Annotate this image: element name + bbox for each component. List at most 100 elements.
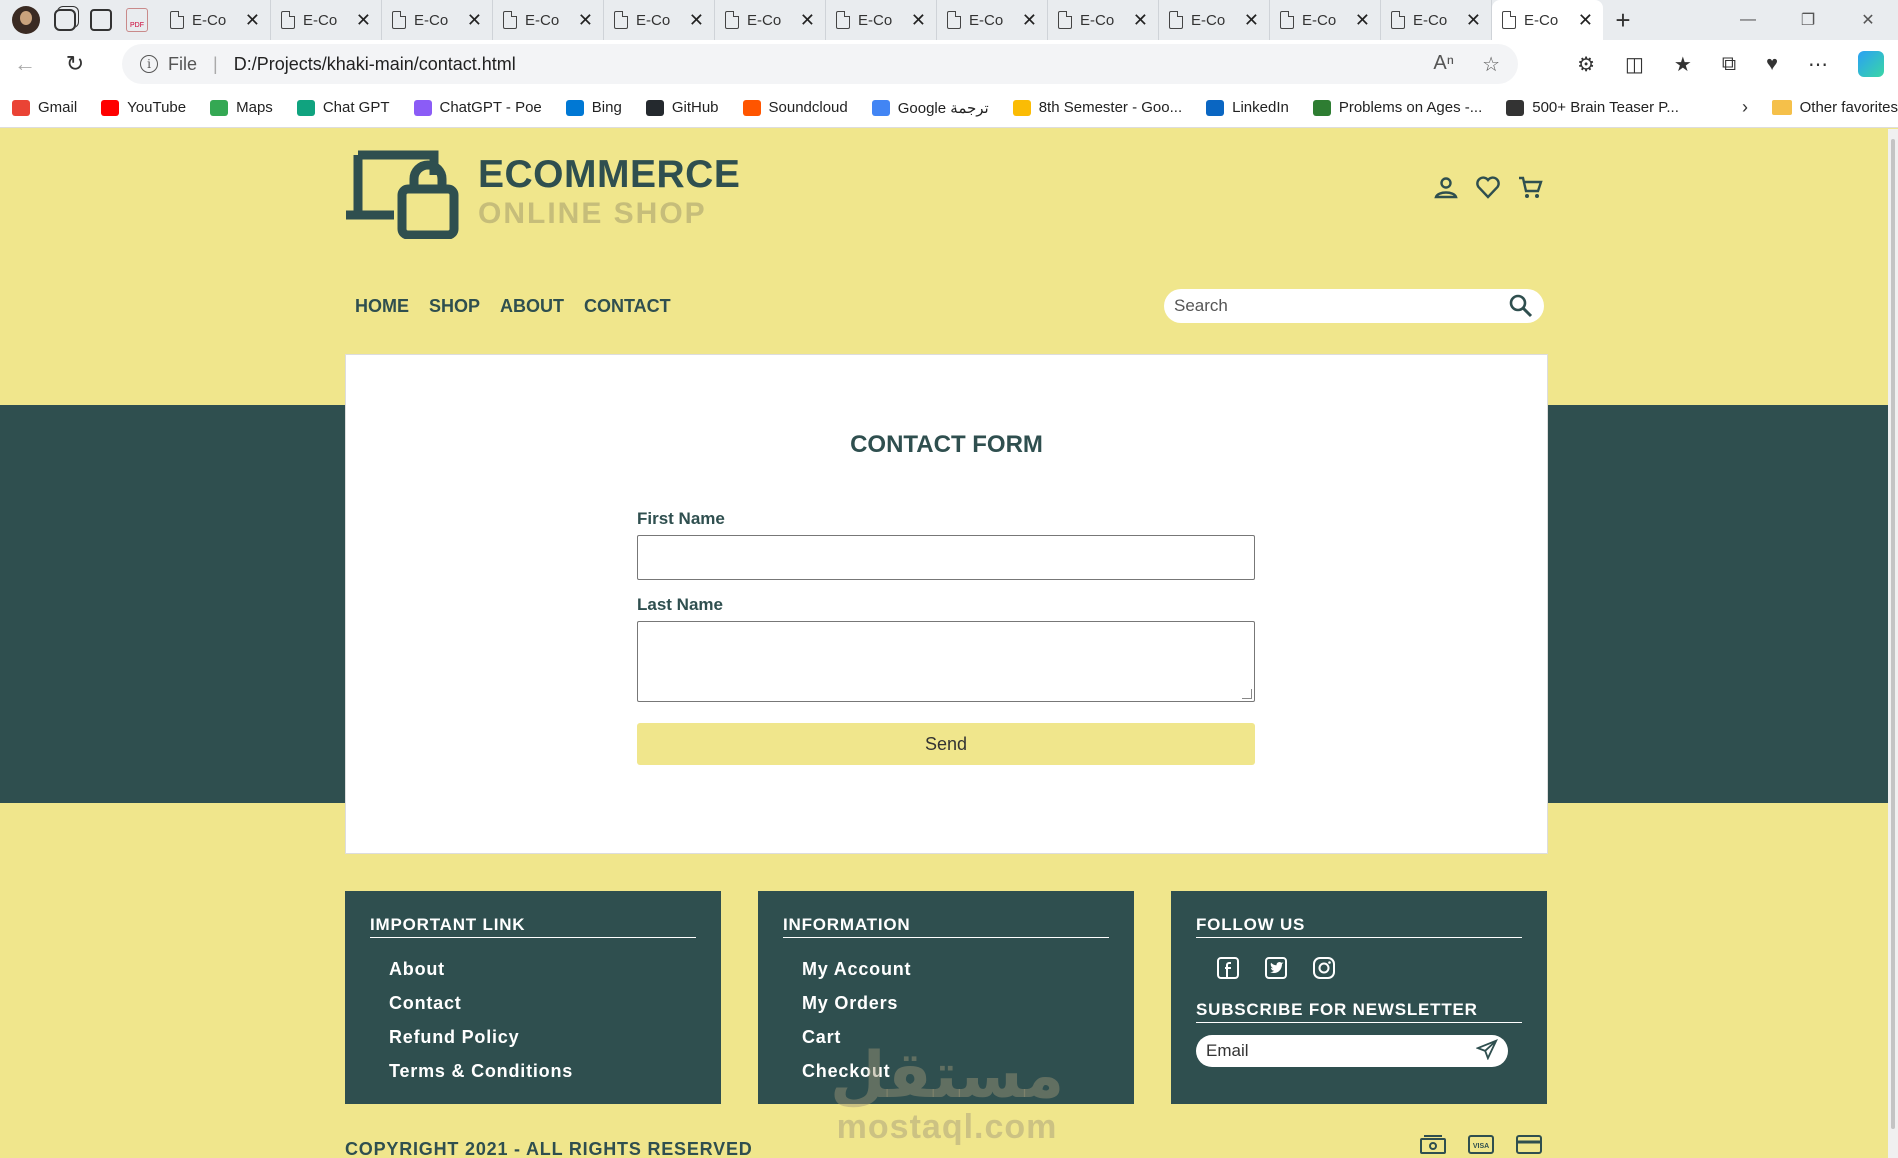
browser-tab[interactable]: E-Co ✕ (1270, 0, 1381, 40)
refresh-button[interactable]: ↻ (50, 40, 100, 88)
footer-link-my-account[interactable]: My Account (802, 952, 1109, 986)
close-tab-icon[interactable]: ✕ (911, 10, 926, 31)
bookmark-item[interactable]: Bing (565, 99, 622, 117)
close-tab-icon[interactable]: ✕ (1244, 10, 1259, 31)
bookmark-item[interactable]: Gmail (12, 99, 77, 117)
bookmark-item[interactable]: GitHub (645, 99, 719, 117)
close-tab-icon[interactable]: ✕ (689, 10, 704, 31)
restore-button[interactable]: ❐ (1778, 0, 1838, 40)
workspaces-icon[interactable] (54, 9, 76, 31)
instagram-icon[interactable] (1312, 956, 1336, 980)
split-screen-icon[interactable]: ◫ (1625, 52, 1644, 77)
nav-about[interactable]: ABOUT (500, 296, 564, 317)
close-tab-icon[interactable]: ✕ (1355, 10, 1370, 31)
browser-tab[interactable]: E-Co ✕ (160, 0, 271, 40)
minimize-button[interactable]: — (1718, 0, 1778, 40)
page-icon (281, 11, 295, 29)
nav-contact[interactable]: CONTACT (584, 296, 671, 317)
nav-shop[interactable]: SHOP (429, 296, 480, 317)
favorites-icon[interactable]: ★ (1674, 52, 1692, 77)
tab-actions-icon[interactable] (90, 9, 112, 31)
user-icon[interactable] (1432, 173, 1460, 201)
bookmark-item[interactable]: ChatGPT - Poe (413, 99, 542, 117)
new-tab-button[interactable]: + (1603, 5, 1643, 36)
send-button[interactable]: Send (637, 723, 1255, 765)
close-window-button[interactable]: ✕ (1838, 0, 1898, 40)
url-text[interactable]: D:/Projects/khaki-main/contact.html (234, 54, 516, 75)
resize-handle-icon[interactable] (1242, 689, 1252, 699)
close-tab-icon[interactable]: ✕ (800, 10, 815, 31)
footer-link-terms[interactable]: Terms & Conditions (389, 1054, 696, 1088)
browser-tab[interactable]: E-Co ✕ (1492, 0, 1603, 40)
main-nav: HOME SHOP ABOUT CONTACT (355, 296, 671, 317)
page-icon (392, 11, 406, 29)
footer-link-refund-policy[interactable]: Refund Policy (389, 1020, 696, 1054)
page-scrollbar[interactable] (1888, 129, 1898, 1158)
back-button[interactable]: ← (0, 40, 50, 88)
copyright-text: COPYRIGHT 2021 - ALL RIGHTS RESERVED (345, 1139, 753, 1158)
browser-tab[interactable]: E-Co ✕ (382, 0, 493, 40)
bookmark-item[interactable]: LinkedIn (1206, 99, 1289, 117)
collections-icon[interactable]: ⧉ (1722, 53, 1736, 76)
footer-link-my-orders[interactable]: My Orders (802, 986, 1109, 1020)
read-aloud-icon[interactable]: Aⁿ (1433, 52, 1454, 77)
pdf-tab-icon[interactable]: PDF (126, 8, 148, 32)
close-tab-icon[interactable]: ✕ (245, 10, 260, 31)
browser-tab[interactable]: E-Co ✕ (937, 0, 1048, 40)
cart-icon[interactable] (1516, 173, 1544, 201)
bookmark-label: ChatGPT - Poe (439, 99, 542, 116)
bookmark-item[interactable]: Soundcloud (742, 99, 848, 117)
first-name-field[interactable] (637, 535, 1255, 580)
close-tab-icon[interactable]: ✕ (1466, 10, 1481, 31)
bookmark-item[interactable]: YouTube (101, 99, 186, 117)
browser-tab[interactable]: E-Co ✕ (604, 0, 715, 40)
bookmark-item[interactable]: 500+ Brain Teaser P... (1506, 99, 1679, 117)
heart-icon[interactable] (1474, 173, 1502, 201)
copilot-icon[interactable] (1858, 51, 1884, 77)
close-tab-icon[interactable]: ✕ (1022, 10, 1037, 31)
search-input[interactable] (1174, 296, 1508, 316)
browser-tab[interactable]: E-Co ✕ (826, 0, 937, 40)
bookmark-item[interactable]: Problems on Ages -... (1312, 99, 1482, 117)
page-icon (170, 11, 184, 29)
send-paper-plane-icon[interactable] (1475, 1038, 1498, 1065)
address-bar[interactable]: i File | D:/Projects/khaki-main/contact.… (122, 44, 1518, 84)
bookmarks-overflow-chevron-icon[interactable]: › (1742, 97, 1748, 118)
browser-tab[interactable]: E-Co ✕ (1381, 0, 1492, 40)
logo-line-1: ECOMMERCE (478, 153, 741, 196)
other-favorites[interactable]: Other favorites (1771, 99, 1898, 116)
browser-essentials-icon[interactable]: ♥ (1766, 53, 1778, 76)
close-tab-icon[interactable]: ✕ (578, 10, 593, 31)
extensions-icon[interactable]: ⚙ (1577, 52, 1595, 77)
bookmark-item[interactable]: Chat GPT (296, 99, 390, 117)
close-tab-icon[interactable]: ✕ (1133, 10, 1148, 31)
tab-title: E-Co (1413, 11, 1448, 29)
settings-more-icon[interactable]: ⋯ (1808, 52, 1828, 77)
browser-tab[interactable]: E-Co ✕ (271, 0, 382, 40)
browser-toolbar-icons: ⚙ ◫ ★ ⧉ ♥ ⋯ (1577, 40, 1898, 88)
footer-link-about[interactable]: About (389, 952, 696, 986)
site-info-icon[interactable]: i (140, 55, 158, 73)
favorite-star-icon[interactable]: ☆ (1482, 52, 1500, 77)
browser-tab[interactable]: E-Co ✕ (1048, 0, 1159, 40)
browser-tab[interactable]: E-Co ✕ (493, 0, 604, 40)
browser-tab[interactable]: E-Co ✕ (1159, 0, 1270, 40)
browser-tab[interactable]: E-Co ✕ (715, 0, 826, 40)
facebook-icon[interactable] (1216, 956, 1240, 980)
tab-title: E-Co (1191, 11, 1226, 29)
nav-home[interactable]: HOME (355, 296, 409, 317)
close-tab-icon[interactable]: ✕ (467, 10, 482, 31)
profile-avatar[interactable] (12, 6, 40, 34)
twitter-icon[interactable] (1264, 956, 1288, 980)
watermark-latin: mostaql.com (836, 1108, 1058, 1146)
bookmark-item[interactable]: Maps (210, 99, 273, 117)
search-icon[interactable] (1508, 293, 1534, 319)
footer-link-contact[interactable]: Contact (389, 986, 696, 1020)
newsletter-email-input[interactable] (1206, 1041, 1476, 1061)
close-tab-icon[interactable]: ✕ (1578, 10, 1593, 31)
last-name-textarea[interactable] (637, 621, 1255, 702)
bookmark-item[interactable]: Google ترجمة (871, 99, 989, 117)
bookmark-item[interactable]: 8th Semester - Goo... (1012, 99, 1182, 117)
close-tab-icon[interactable]: ✕ (356, 10, 371, 31)
site-logo[interactable]: ECOMMERCE ONLINE SHOP (346, 149, 740, 239)
